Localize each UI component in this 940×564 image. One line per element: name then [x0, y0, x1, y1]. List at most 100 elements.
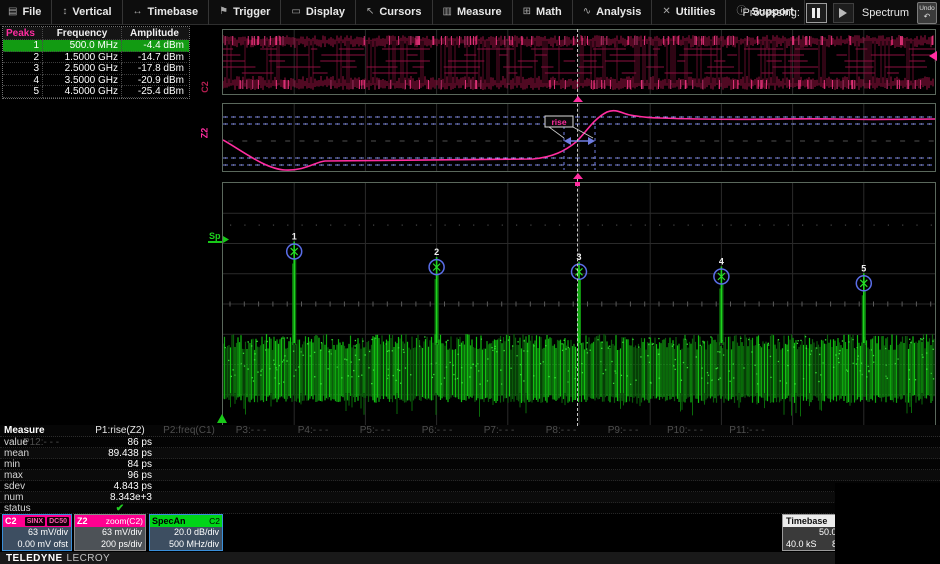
- peak-number-cell: 5: [3, 86, 43, 98]
- undo-icon: ↶: [924, 12, 931, 21]
- menu-item-icon: ∿: [583, 7, 591, 17]
- measure-column-header[interactable]: P8:- - -: [530, 425, 592, 437]
- undo-label: Undo: [919, 5, 935, 12]
- c2-volts-per-div: 63 mV/div: [3, 527, 68, 539]
- processing-label: Processing:: [742, 7, 799, 19]
- undo-button[interactable]: Undo ↶: [917, 2, 937, 24]
- measure-row-label: min: [0, 459, 82, 470]
- z2-descriptor-box[interactable]: Z2 zoom(C2) 63 mV/div 200 ps/div: [74, 514, 146, 551]
- measure-column-header[interactable]: P9:- - -: [592, 425, 654, 437]
- peak-amplitude-cell: -4.4 dBm: [122, 40, 187, 52]
- menu-item-label: File: [22, 6, 41, 18]
- menu-item[interactable]: ✕ Utilities: [652, 0, 726, 25]
- menu-item-label: Utilities: [676, 6, 716, 18]
- menu-item[interactable]: ▤ File: [0, 0, 52, 25]
- menu-item[interactable]: ↖ Cursors: [356, 0, 433, 25]
- measure-row-label: num: [0, 492, 82, 503]
- z2-descriptor-title: Z2: [77, 515, 88, 527]
- measure-column-header[interactable]: P5:- - -: [344, 425, 406, 437]
- menu-item-label: Trigger: [233, 6, 270, 18]
- menu-item-label: Vertical: [72, 6, 111, 18]
- menu-item-label: Math: [536, 6, 562, 18]
- menu-item-label: Analysis: [596, 6, 641, 18]
- c2-descriptor-body: 63 mV/div 0.00 mV ofst: [3, 527, 71, 550]
- measure-row: status ✔: [0, 503, 940, 514]
- specan-descriptor-source: C2: [209, 515, 220, 527]
- spectrum-panel[interactable]: 12345: [222, 182, 936, 426]
- peaks-table-row[interactable]: 4 3.5000 GHz -20.9 dBm: [3, 75, 189, 87]
- menu-item[interactable]: ↕ Vertical: [52, 0, 122, 25]
- measure-column-header[interactable]: P7:- - -: [468, 425, 530, 437]
- svg-text:2: 2: [434, 247, 439, 257]
- measure-corner-label: Measure: [0, 425, 82, 437]
- menu-item[interactable]: ⚑ Trigger: [209, 0, 281, 25]
- menu-item-icon: ⊞: [523, 7, 531, 17]
- measure-row: mean 89.438 ps: [0, 448, 940, 459]
- z2-descriptor-header: Z2 zoom(C2): [75, 515, 145, 527]
- peak-amplitude-cell: -25.4 dBm: [122, 86, 187, 98]
- peak-amplitude-cell: -20.9 dBm: [122, 75, 187, 87]
- measure-p1-value: 96 ps: [82, 470, 158, 481]
- measure-column-header[interactable]: P10:- - -: [654, 425, 716, 437]
- measure-row: value 86 ps: [0, 437, 940, 448]
- peaks-table-row[interactable]: 2 1.5000 GHz -14.7 dBm: [3, 52, 189, 64]
- specan-descriptor-box[interactable]: SpecAn C2 20.0 dB/div 500 MHz/div: [149, 514, 223, 551]
- menu-item-icon: ▭: [291, 7, 300, 17]
- brand-teledyne: TELEDYNE: [6, 553, 63, 564]
- menu-item[interactable]: ▥ Measure: [433, 0, 513, 25]
- measure-row: min 84 ps: [0, 459, 940, 470]
- peak-number-cell: 4: [3, 75, 43, 87]
- peak-frequency-cell: 500.0 MHz: [43, 40, 122, 52]
- menu-item[interactable]: ↔ Timebase: [123, 0, 210, 25]
- measure-column-header[interactable]: P2:freq(C1): [158, 425, 220, 437]
- oscilloscope-screen: ▤ File ↕ Vertical ↔ Timebase ⚑ Trigger ▭…: [0, 0, 940, 564]
- svg-text:1: 1: [292, 232, 297, 242]
- z2-time-per-div: 200 ps/div: [75, 539, 142, 551]
- play-button[interactable]: [833, 3, 854, 23]
- peak-number-cell: 1: [3, 40, 43, 52]
- svg-text:rise: rise: [551, 117, 566, 127]
- trigger-marker-bottom-icon[interactable]: [573, 173, 583, 179]
- measure-column-header[interactable]: P6:- - -: [406, 425, 468, 437]
- peaks-table-row[interactable]: 3 2.5000 GHz -17.8 dBm: [3, 63, 189, 75]
- spectrum-trace-label[interactable]: Sp: [208, 231, 222, 243]
- peak-frequency-cell: 4.5000 GHz: [43, 86, 122, 98]
- menu-item[interactable]: ⊞ Math: [513, 0, 573, 25]
- frequency-header-cell: Frequency: [43, 27, 122, 40]
- measure-column-header[interactable]: P4:- - -: [282, 425, 344, 437]
- cursor-intersect-icon: [575, 182, 580, 186]
- peak-frequency-cell: 1.5000 GHz: [43, 52, 122, 64]
- c2-trace-label[interactable]: C2: [200, 81, 210, 93]
- c2-trigger-level-icon[interactable]: [929, 51, 937, 61]
- menu-bar: ▤ File ↕ Vertical ↔ Timebase ⚑ Trigger ▭…: [0, 0, 940, 25]
- menu-item[interactable]: ∿ Analysis: [573, 0, 653, 25]
- menu-item[interactable]: ▭ Display: [281, 0, 356, 25]
- measure-column-header[interactable]: P1:rise(Z2): [82, 425, 158, 437]
- peaks-table-row[interactable]: 1 500.0 MHz -4.4 dBm: [3, 40, 189, 52]
- menu-item-icon: ↖: [366, 7, 374, 17]
- menu-item-label: Display: [306, 6, 345, 18]
- measure-row-label: sdev: [0, 481, 82, 492]
- menu-item-icon: ▤: [8, 7, 17, 17]
- measure-p1-value: 84 ps: [82, 459, 158, 470]
- timebase-samples: 40.0 kS: [786, 539, 817, 551]
- c2-descriptor-box[interactable]: C2 SINX DC50 63 mV/div 0.00 mV ofst: [2, 514, 72, 551]
- c2-waveform-panel[interactable]: [222, 29, 936, 95]
- menu-item-icon: ✕: [662, 7, 670, 17]
- measure-column-header[interactable]: P11:- - -: [716, 425, 778, 437]
- peak-amplitude-cell: -17.8 dBm: [122, 63, 187, 75]
- c2-descriptor-title: C2: [5, 515, 17, 527]
- measure-table-header: Measure P1:rise(Z2) P2:freq(C1) P3:- - -…: [0, 425, 940, 437]
- trigger-marker-top-icon[interactable]: [573, 96, 583, 102]
- pause-icon: [812, 8, 815, 18]
- z2-zoom-panel[interactable]: rise: [222, 103, 936, 172]
- measure-p1-value: 8.343e+3: [82, 492, 158, 503]
- peaks-table-row[interactable]: 5 4.5000 GHz -25.4 dBm: [3, 86, 189, 98]
- measure-p1-value: 89.438 ps: [82, 448, 158, 459]
- measure-column-header[interactable]: P3:- - -: [220, 425, 282, 437]
- time-cursor-line[interactable]: [577, 29, 578, 426]
- measure-row-label: status: [0, 503, 82, 514]
- amplitude-header-cell: Amplitude: [122, 27, 187, 40]
- pause-button[interactable]: [806, 3, 827, 23]
- z2-trace-label[interactable]: Z2: [199, 128, 209, 139]
